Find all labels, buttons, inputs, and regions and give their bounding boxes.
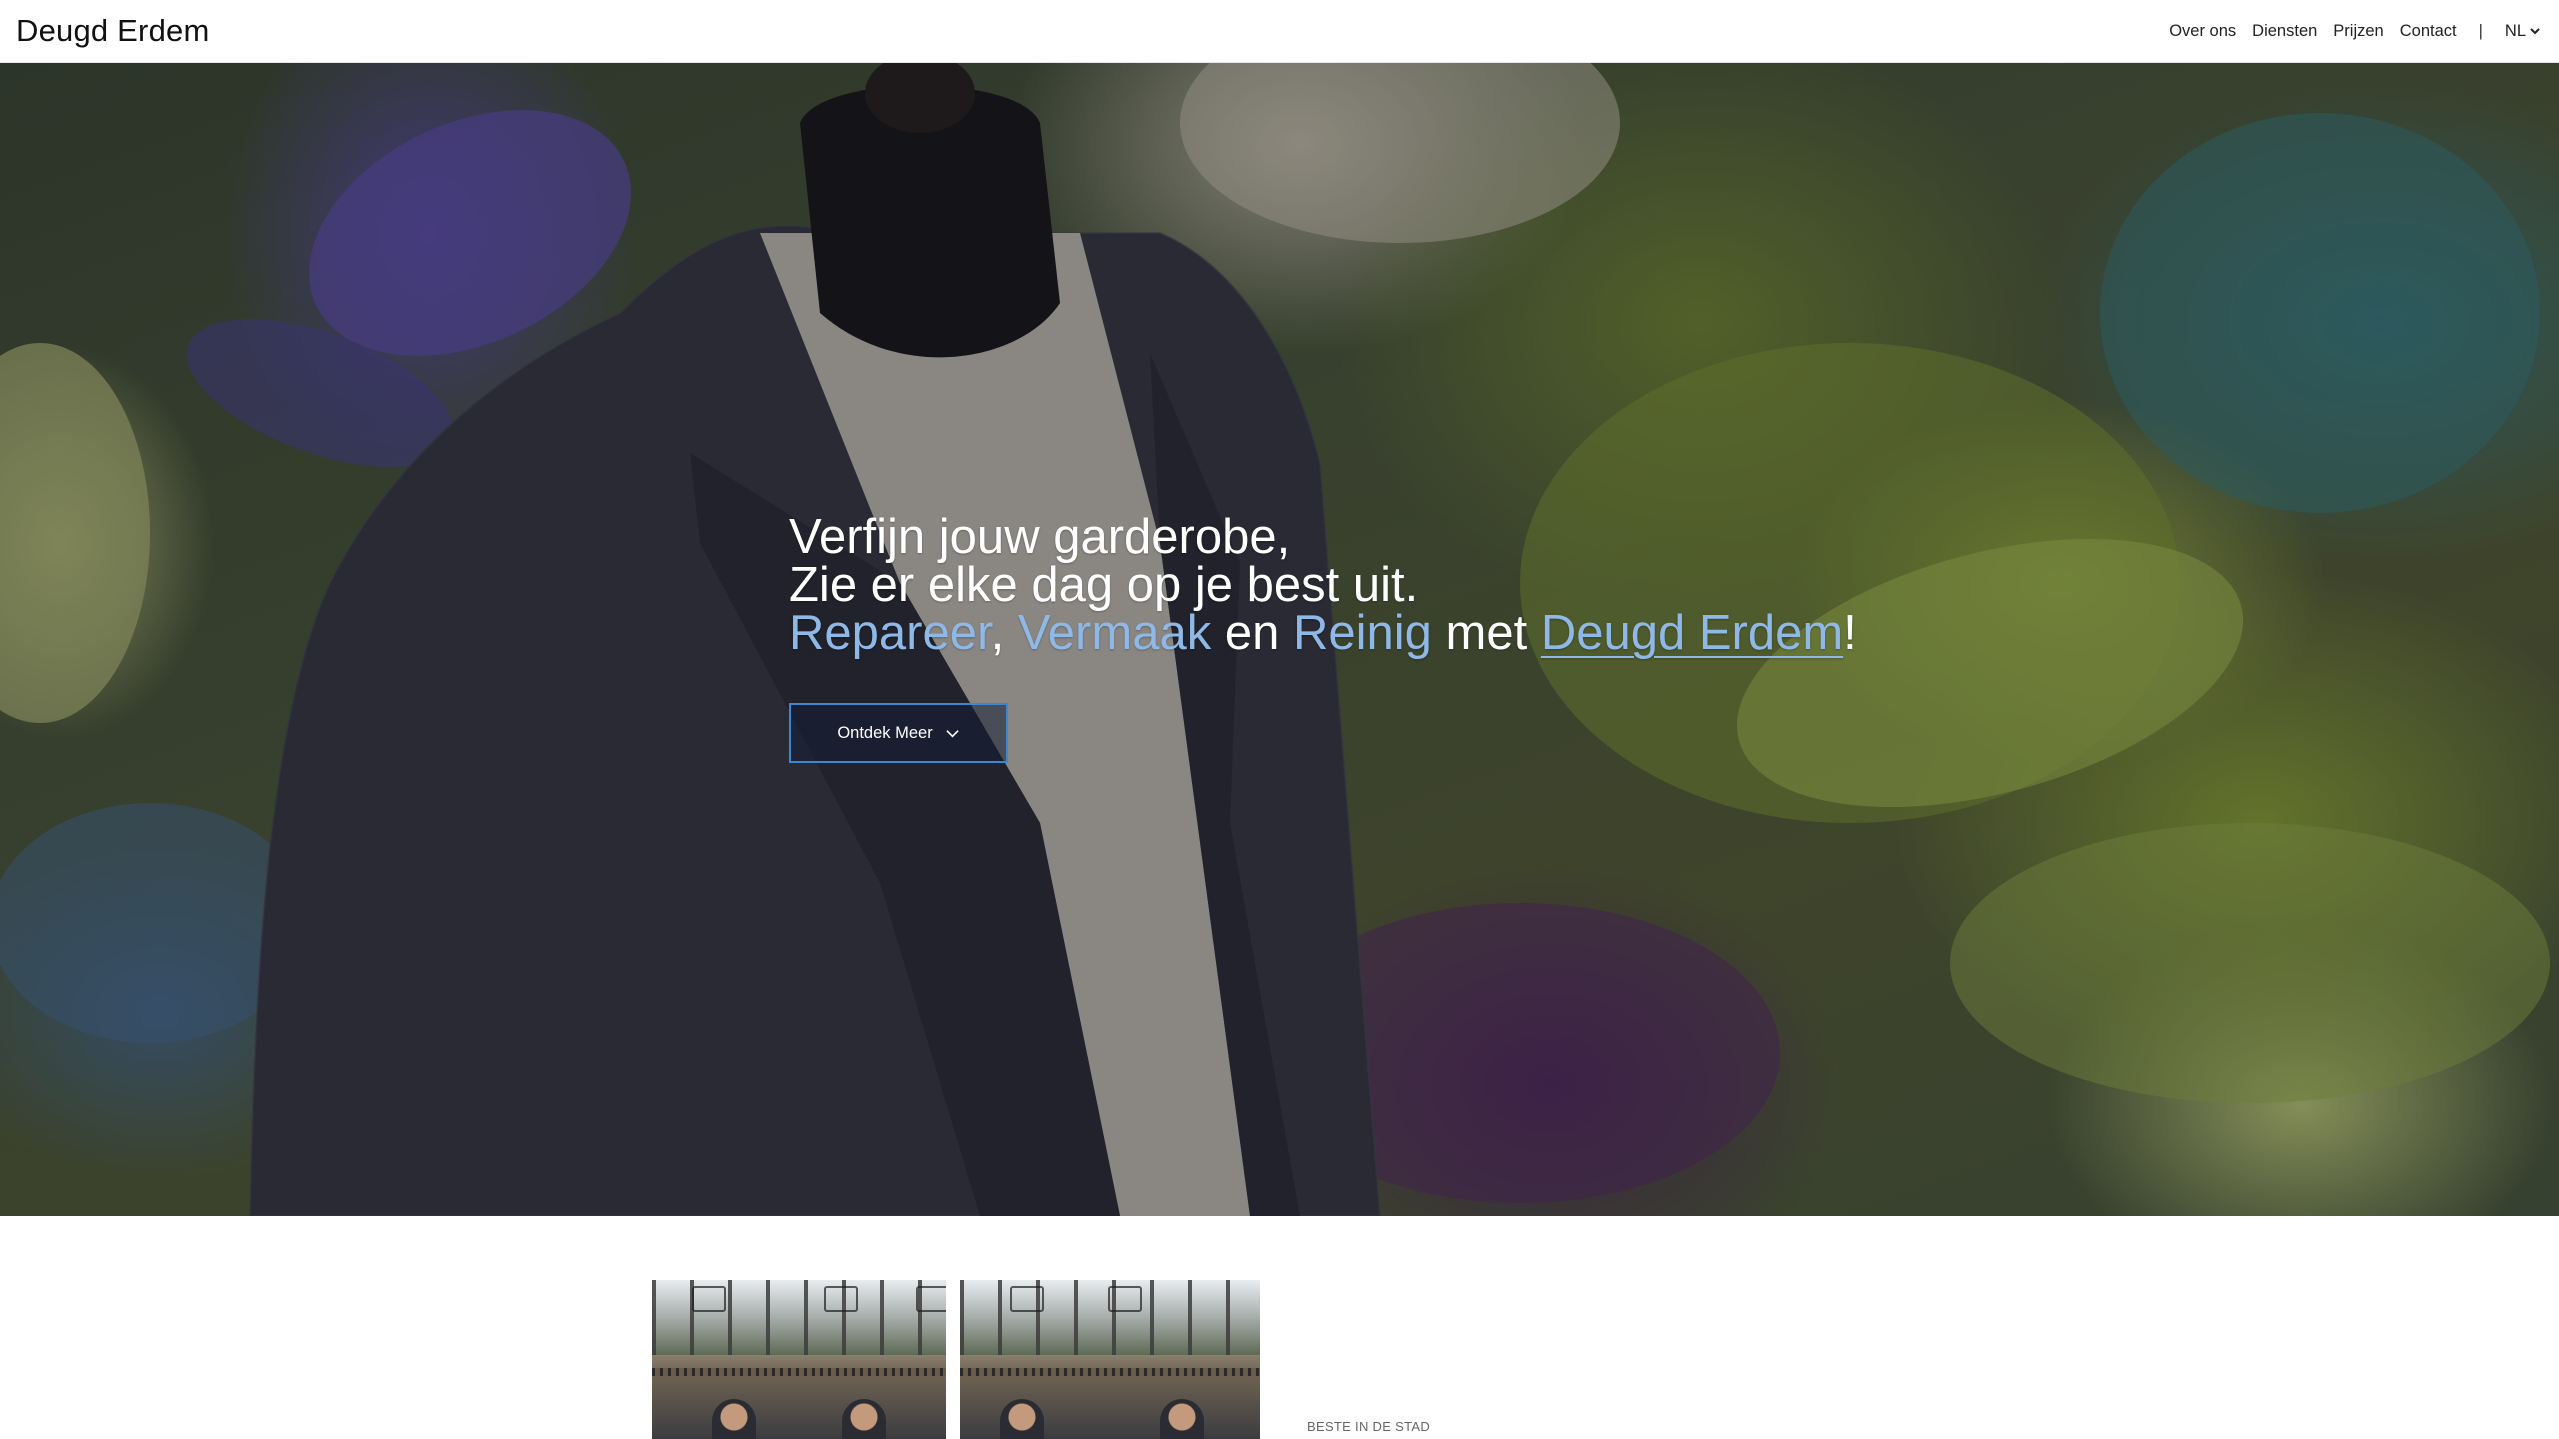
hero-word-repareer: Repareer	[789, 606, 991, 660]
hero-heading: Verfijn jouw garderobe, Zie er elke dag …	[789, 510, 1857, 660]
chevron-down-icon	[2530, 28, 2540, 35]
shop-photo-2	[960, 1280, 1260, 1439]
nav-link-over-ons[interactable]: Over ons	[2169, 22, 2236, 41]
hero-word-met: met	[1445, 606, 1528, 660]
hero-brand-link[interactable]: Deugd Erdem	[1541, 606, 1843, 660]
clothes-rail	[960, 1368, 1260, 1376]
chevron-down-icon	[945, 729, 959, 738]
main-nav: Over ons Diensten Prijzen Contact | NL	[2169, 22, 2541, 41]
hero-comma: ,	[990, 606, 1005, 660]
intro-kicker: BESTE IN DE STAD	[1307, 1419, 1431, 1434]
hero-exclamation: !	[1843, 606, 1857, 660]
nav-separator: |	[2478, 21, 2483, 40]
fabric-sign-icon	[916, 1286, 950, 1312]
clothes-rail	[652, 1368, 952, 1376]
hero-word-reinig: Reinig	[1292, 606, 1432, 660]
photo-divider	[946, 1280, 952, 1439]
hero-word-vermaak: Vermaak	[1017, 606, 1212, 660]
person	[712, 1399, 756, 1439]
hero-line-3: Repareer, Vermaak en Reinig met Deugd Er…	[789, 606, 1857, 660]
hero-word-en: en	[1224, 606, 1280, 660]
hero-line-1: Verfijn jouw garderobe,	[789, 510, 1291, 564]
person	[1000, 1399, 1044, 1439]
scissors-sign-icon	[692, 1286, 726, 1312]
nav-link-contact[interactable]: Contact	[2400, 22, 2457, 41]
hero-line-2: Zie er elke dag op je best uit.	[789, 558, 1419, 612]
brand-logo-text[interactable]: Deugd Erdem	[16, 13, 209, 49]
hero-section: Verfijn jouw garderobe, Zie er elke dag …	[0, 63, 2559, 1216]
language-label: NL	[2504, 21, 2526, 40]
nav-link-prijzen[interactable]: Prijzen	[2333, 22, 2383, 41]
person	[1160, 1399, 1204, 1439]
shop-photo-1	[652, 1280, 952, 1439]
navbar: Deugd Erdem Over ons Diensten Prijzen Co…	[0, 0, 2559, 63]
nav-link-diensten[interactable]: Diensten	[2252, 22, 2317, 41]
fabric-sign-icon	[1108, 1286, 1142, 1312]
ontdek-meer-button[interactable]: Ontdek Meer	[789, 703, 1008, 763]
sewing-machine-sign-icon	[1010, 1286, 1044, 1312]
cta-label: Ontdek Meer	[837, 723, 933, 742]
language-selector[interactable]: NL	[2505, 22, 2541, 41]
intro-photos	[652, 1280, 1260, 1439]
sewing-machine-sign-icon	[824, 1286, 858, 1312]
person	[842, 1399, 886, 1439]
